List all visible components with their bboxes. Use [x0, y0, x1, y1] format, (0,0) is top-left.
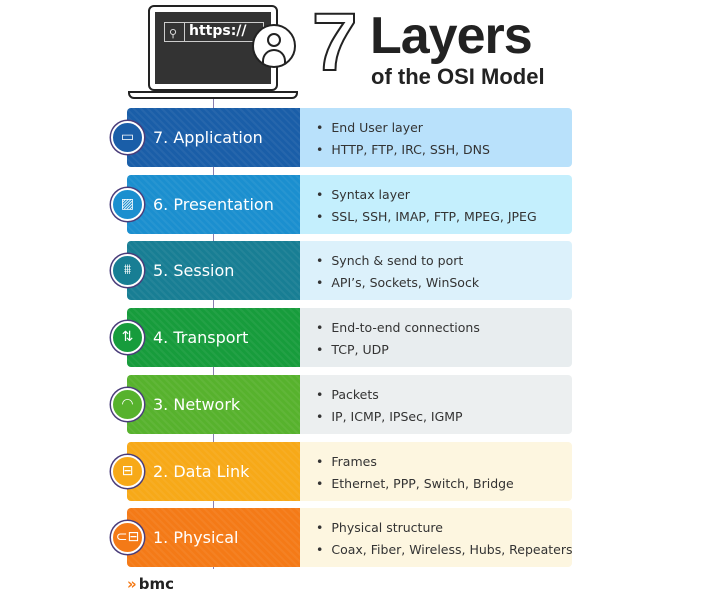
layer-label-box: ⊂⊟ 1. Physical [111, 508, 300, 568]
layer-row: ⊟ 2. Data Link FramesEthernet, PPP, Swit… [111, 441, 572, 501]
layer-details: Synch & send to portAPI’s, Sockets, WinS… [300, 241, 572, 301]
layer-bullet: HTTP, FTP, IRC, SSH, DNS [316, 140, 572, 162]
layer-row: ⊂⊟ 1. Physical Physical structureCoax, F… [111, 508, 573, 568]
layer-details: Syntax layerSSL, SSH, IMAP, FTP, MPEG, J… [300, 174, 572, 234]
layer-name: 7. Application [153, 128, 263, 147]
arrows-up-down-icon: ⇅ [111, 321, 144, 355]
layer-label-box: ⊟ 2. Data Link [111, 441, 300, 501]
layer-name: 2. Data Link [153, 461, 250, 481]
url-bar: ⚲ https:// [164, 22, 264, 42]
layer-name: 5. Session [153, 261, 235, 281]
layer-details: End User layerHTTP, FTP, IRC, SSH, DNS [300, 108, 572, 167]
bridge-icon: ⩩ [111, 254, 144, 288]
layer-name: 3. Network [153, 394, 241, 414]
cable-icon: ⊂⊟ [111, 521, 144, 555]
bmc-logo: » bmc [127, 575, 174, 593]
laptop-base [128, 91, 298, 99]
layer-label-box: ⩩ 5. Session [111, 241, 300, 301]
layer-bullet: SSL, SSH, IMAP, FTP, MPEG, JPEG [316, 207, 572, 229]
layer-row: ◠ 3. Network PacketsIP, ICMP, IPSec, IGM… [111, 374, 572, 434]
search-icon: ⚲ [169, 27, 178, 40]
layer-details: FramesEthernet, PPP, Switch, Bridge [300, 441, 572, 501]
layer-bullet: End User layer [316, 118, 572, 140]
layer-label-box: ▭ 7. Application [111, 108, 300, 167]
image-icon: ▨ [111, 187, 144, 221]
layer-bullet: Frames [316, 452, 572, 474]
layer-details: PacketsIP, ICMP, IPSec, IGMP [300, 374, 572, 434]
layer-bullet: Coax, Fiber, Wireless, Hubs, Repeaters [316, 540, 572, 562]
layer-name: 4. Transport [153, 328, 249, 348]
layer-details: Physical structureCoax, Fiber, Wireless,… [300, 508, 573, 568]
layer-bullet: Physical structure [316, 518, 572, 540]
layer-label-box: ⇅ 4. Transport [111, 308, 300, 368]
bmc-chevron-icon: » [127, 575, 137, 593]
layer-row: ▭ 7. Application End User layerHTTP, FTP… [111, 108, 572, 167]
wifi-icon: ◠ [111, 387, 144, 421]
router-icon: ⊟ [111, 454, 144, 488]
layer-bullet: Syntax layer [316, 185, 572, 207]
layer-name: 1. Physical [153, 528, 239, 548]
logo-text: bmc [138, 575, 174, 593]
layer-row: ⇅ 4. Transport End-to-end connectionsTCP… [111, 308, 572, 368]
layer-bullet: Synch & send to port [316, 251, 572, 273]
layer-bullet: IP, ICMP, IPSec, IGMP [316, 407, 572, 429]
layer-label-box: ▨ 6. Presentation [111, 174, 300, 234]
page-subtitle: of the OSI Model [371, 64, 545, 89]
page-title: Layers [370, 7, 533, 65]
layer-details: End-to-end connectionsTCP, UDP [300, 308, 572, 368]
layer-name: 6. Presentation [153, 194, 274, 214]
layer-row: ⩩ 5. Session Synch & send to portAPI’s, … [111, 241, 572, 301]
window-icon: ▭ [111, 121, 144, 154]
layer-label-box: ◠ 3. Network [111, 374, 300, 434]
user-avatar-icon [252, 24, 296, 68]
layer-bullet: End-to-end connections [316, 318, 572, 340]
title-number: 7 [311, 0, 359, 88]
layer-bullet: Packets [316, 385, 572, 407]
layer-bullet: Ethernet, PPP, Switch, Bridge [316, 474, 572, 496]
layer-bullet: TCP, UDP [316, 340, 572, 362]
layer-row: ▨ 6. Presentation Syntax layerSSL, SSH, … [111, 174, 572, 234]
layer-bullet: API’s, Sockets, WinSock [316, 273, 572, 295]
url-text: https:// [189, 23, 247, 39]
